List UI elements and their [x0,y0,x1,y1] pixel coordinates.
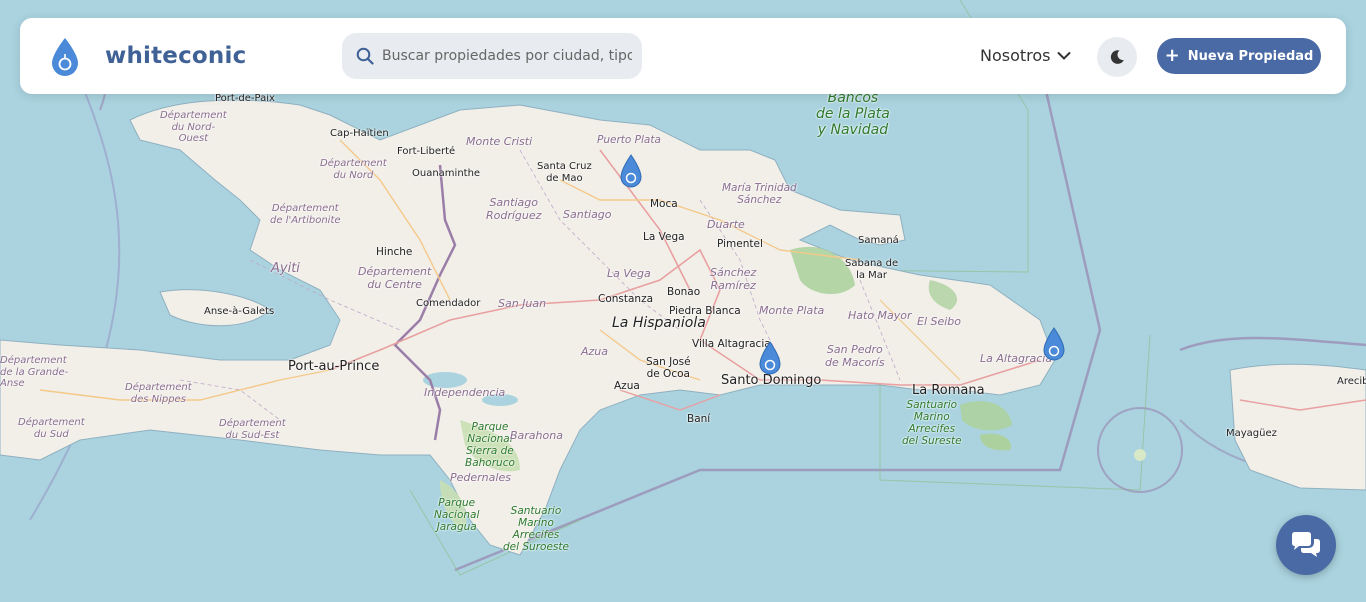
moon-icon [1110,50,1124,64]
map-label-port-au-prince: Port-au-Prince [288,359,380,374]
map-label-monte-plata: Monte Plata [759,304,825,317]
map-label-constanza: Constanza [598,293,654,305]
map-label-comendador: Comendador [416,298,481,309]
water-drop-pin-icon[interactable] [759,341,781,377]
map-label-parque-jaragua: Parque Nacional Jaragua [434,497,480,534]
map-label-la-vega-city: La Vega [643,231,685,243]
map-label-la-vega-prov: La Vega [607,267,651,280]
chevron-down-icon [1057,51,1071,60]
plus-icon: + [1164,45,1180,66]
map-label-port-de-paix: Port-de-Paix [215,93,275,104]
map-label-moca: Moca [650,198,678,210]
map-label-arecibo: Arecib [1337,376,1366,387]
map-label-la-romana: La Romana [912,383,985,398]
map-label-santiago: Santiago [563,208,612,221]
nosotros-dropdown[interactable]: Nosotros [980,46,1071,65]
map-label-fort-liberte: Fort-Liberté [397,146,456,157]
map-label-azua-prov: Azua [581,345,609,358]
theme-toggle-button[interactable] [1097,37,1137,77]
map-label-ouanaminthe: Ouanaminthe [412,168,481,179]
map-label-independencia: Independencia [424,386,506,399]
map-label-duarte: Duarte [707,218,745,231]
map-label-san-juan: San Juan [498,297,547,310]
map-label-puerto-plata: Puerto Plata [597,134,661,146]
map-label-el-seibo: El Seibo [917,315,962,328]
map-label-dept-nord: Département du Nord [320,158,387,181]
map-label-dept-sud: Département du Sud [18,417,85,440]
map-label-grande-anse: Département de la Grande- Anse [0,355,69,389]
map-label-sanchez-ramirez: Sánchez Ramírez [710,266,757,292]
search-icon [356,47,374,65]
map-label-pimentel: Pimentel [717,238,763,250]
map-label-parque-bahoruco: Parque Nacional Sierra de Bahoruco [465,421,515,470]
brand[interactable]: whiteconic [50,36,246,76]
map-label-artibonite: Département de l'Artibonite [270,203,341,226]
map-label-pedernales: Pedernales [450,471,511,484]
new-property-button[interactable]: + Nueva Propiedad [1157,38,1321,74]
search-bar[interactable] [342,33,642,79]
brand-name: whiteconic [105,43,247,69]
map-label-nord-ouest: Département du Nord- Ouest [160,110,227,144]
map-label-bonao: Bonao [667,286,701,298]
map-label-maria-trinidad: María Trinidad Sánchez [722,182,797,207]
map-label-dept-centre: Département du Centre [358,265,432,291]
map-label-ayiti: Ayiti [271,261,300,276]
map-label-barahona: Barahona [510,429,563,442]
map-label-san-jose-ocoa: San José de Ocoa [646,356,691,381]
new-property-label: Nueva Propiedad [1187,48,1314,64]
water-drop-pin-icon[interactable] [620,154,642,190]
search-input[interactable] [382,48,632,64]
map-label-hinche: Hinche [376,246,413,258]
nosotros-label: Nosotros [980,46,1051,65]
map-label-sabana-mar: Sabana de la Mar [845,258,899,281]
map-label-samana: Samaná [858,235,899,246]
water-drop-pin-icon[interactable] [1043,327,1065,363]
map-label-hato-mayor: Hato Mayor [848,309,912,322]
map-label-san-pedro: San Pedro de Macorís [825,343,885,369]
chat-icon [1292,532,1320,557]
water-drop-logo-icon [52,38,78,76]
map-label-anse-a-galets: Anse-à-Galets [204,306,275,317]
chat-button[interactable] [1276,515,1336,575]
map-label-santuario-sureste: Santuario Marino Arrecifes del Sureste [902,399,962,448]
map-label-mayaguez: Mayagüez [1226,428,1277,439]
top-navbar: whiteconic Nosotros + Nueva Propiedad [20,18,1346,94]
map-label-cap-haitien: Cap-Haïtien [330,128,389,139]
map-label-azua-city: Azua [614,380,640,392]
map-label-nippes: Département des Nippes [125,382,192,405]
map-label-bani: Baní [687,413,711,425]
map-label-santiago-rodriguez: Santiago Rodríguez [486,196,542,222]
map-label-bancos-plata: Bancos de la Plata y Navidad [816,90,890,139]
map-label-santuario-suroeste: Santuario Marino Arrecifes del Suroeste [503,505,569,554]
map-label-dept-sud-est: Département du Sud-Est [219,418,286,441]
map-label-la-hispaniola: La Hispaniola [612,315,706,331]
map-label-la-altagracia: La Altagracia [980,352,1053,365]
map-label-monte-cristi: Monte Cristi [466,135,533,148]
map-label-santa-cruz-mao: Santa Cruz de Mao [537,161,592,184]
